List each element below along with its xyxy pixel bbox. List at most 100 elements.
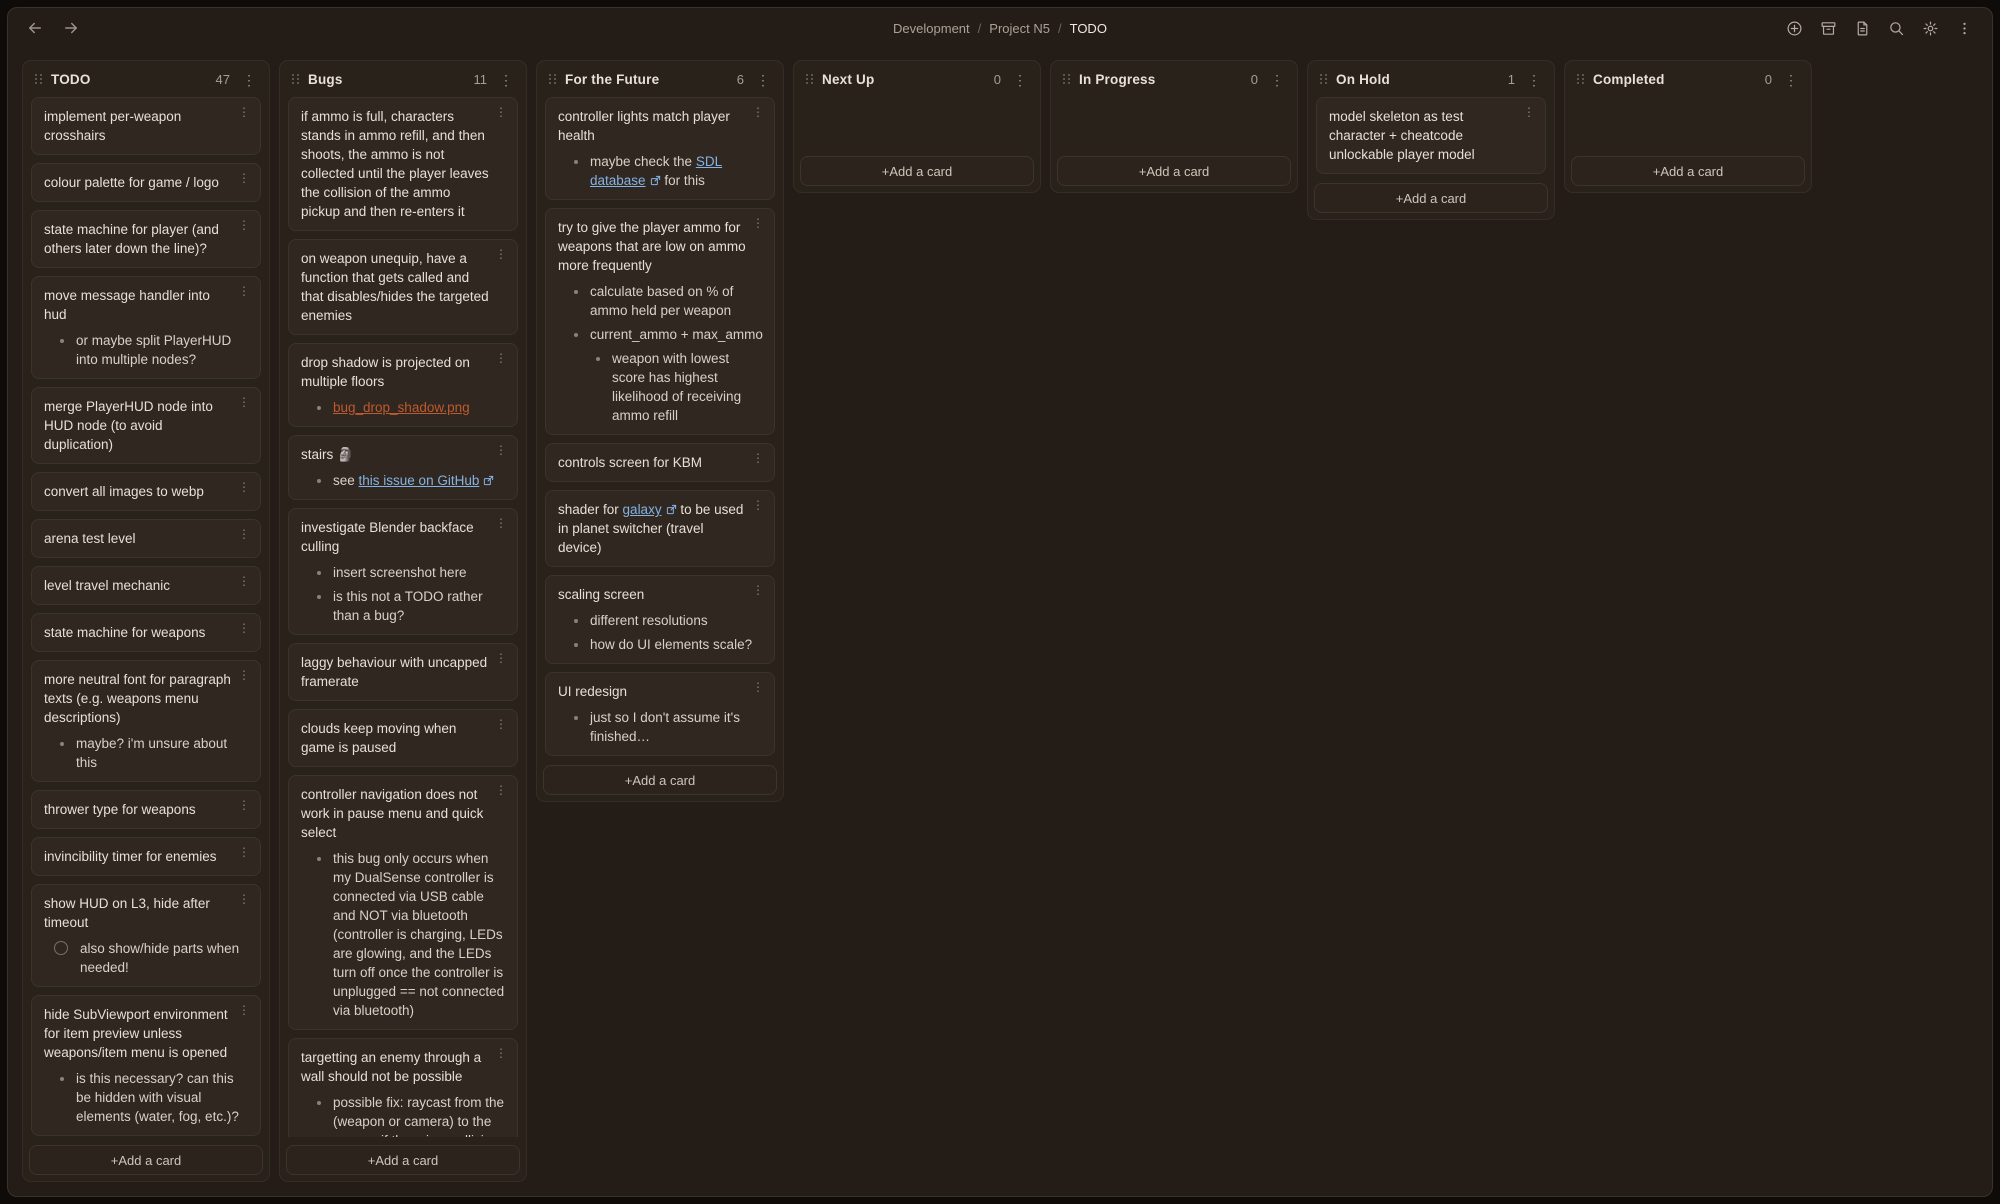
card-menu-icon[interactable]: ⋮: [495, 106, 507, 118]
card-menu-icon[interactable]: ⋮: [238, 219, 250, 231]
card[interactable]: clouds keep moving when game is paused⋮: [288, 709, 518, 767]
card-menu-icon[interactable]: ⋮: [495, 444, 507, 456]
card[interactable]: show HUD on L3, hide after timeout⋮also …: [31, 884, 261, 987]
drag-handle-icon[interactable]: [1320, 74, 1327, 85]
card-menu-icon[interactable]: ⋮: [1523, 106, 1535, 118]
more-icon[interactable]: [1952, 16, 1976, 40]
drag-handle-icon[interactable]: [549, 74, 556, 85]
card-menu-icon[interactable]: ⋮: [495, 784, 507, 796]
drag-handle-icon[interactable]: [1063, 74, 1070, 85]
card-menu-icon[interactable]: ⋮: [238, 1004, 250, 1016]
card-menu-icon[interactable]: ⋮: [238, 481, 250, 493]
card[interactable]: more neutral font for paragraph texts (e…: [31, 660, 261, 782]
card[interactable]: investigate Blender backface culling⋮ins…: [288, 508, 518, 635]
breadcrumb-development[interactable]: Development: [893, 21, 970, 36]
card[interactable]: controller navigation does not work in p…: [288, 775, 518, 1030]
card-menu-icon[interactable]: ⋮: [238, 396, 250, 408]
card-menu-icon[interactable]: ⋮: [238, 172, 250, 184]
add-card-button[interactable]: +Add a card: [1057, 156, 1291, 186]
card[interactable]: try to give the player ammo for weapons …: [545, 208, 775, 435]
card-menu-icon[interactable]: ⋮: [238, 799, 250, 811]
drag-handle-icon[interactable]: [292, 74, 299, 85]
card-menu-icon[interactable]: ⋮: [238, 669, 250, 681]
document-icon[interactable]: [1850, 16, 1874, 40]
card-menu-icon[interactable]: ⋮: [752, 452, 764, 464]
card-menu-icon[interactable]: ⋮: [495, 718, 507, 730]
breadcrumb-project-n5[interactable]: Project N5: [989, 21, 1050, 36]
card[interactable]: targetting an enemy through a wall shoul…: [288, 1038, 518, 1137]
search-icon[interactable]: [1884, 16, 1908, 40]
drag-handle-icon[interactable]: [806, 74, 813, 85]
drag-handle-icon[interactable]: [1577, 74, 1584, 85]
card[interactable]: state machine for player (and others lat…: [31, 210, 261, 268]
card-menu-icon[interactable]: ⋮: [495, 1047, 507, 1059]
card-link[interactable]: galaxy: [623, 502, 677, 517]
card[interactable]: drop shadow is projected on multiple flo…: [288, 343, 518, 427]
card-link[interactable]: bug_drop_shadow.png: [333, 400, 470, 415]
card-menu-icon[interactable]: ⋮: [238, 528, 250, 540]
drag-handle-icon[interactable]: [35, 74, 42, 85]
card-title: investigate Blender backface culling: [301, 518, 507, 556]
card[interactable]: convert all images to webp⋮: [31, 472, 261, 511]
card-menu-icon[interactable]: ⋮: [752, 681, 764, 693]
archive-icon[interactable]: [1816, 16, 1840, 40]
card[interactable]: state machine for weapons⋮: [31, 613, 261, 652]
card-menu-icon[interactable]: ⋮: [238, 285, 250, 297]
column-menu-icon[interactable]: ⋮: [753, 73, 773, 87]
card[interactable]: colour palette for game / logo⋮: [31, 163, 261, 202]
card-menu-icon[interactable]: ⋮: [752, 499, 764, 511]
add-card-button[interactable]: +Add a card: [286, 1145, 520, 1175]
card-menu-icon[interactable]: ⋮: [752, 584, 764, 596]
card-menu-icon[interactable]: ⋮: [752, 217, 764, 229]
card[interactable]: on weapon unequip, have a function that …: [288, 239, 518, 335]
card[interactable]: implement per-weapon crosshairs⋮: [31, 97, 261, 155]
settings-icon[interactable]: [1918, 16, 1942, 40]
card-title: level travel mechanic: [44, 576, 250, 595]
card[interactable]: scaling screen⋮different resolutionshow …: [545, 575, 775, 664]
card[interactable]: stairs 🗿⋮see this issue on GitHub: [288, 435, 518, 500]
column-menu-icon[interactable]: ⋮: [1524, 73, 1544, 87]
forward-button[interactable]: [60, 17, 82, 39]
card[interactable]: hide SubViewport environment for item pr…: [31, 995, 261, 1136]
card[interactable]: invincibility timer for enemies⋮: [31, 837, 261, 876]
text-segment: controls screen for KBM: [558, 455, 702, 470]
card[interactable]: laggy behaviour with uncapped framerate⋮: [288, 643, 518, 701]
column-menu-icon[interactable]: ⋮: [1010, 73, 1030, 87]
card-menu-icon[interactable]: ⋮: [495, 517, 507, 529]
card-menu-icon[interactable]: ⋮: [495, 248, 507, 260]
card-link[interactable]: this issue on GitHub: [359, 473, 495, 488]
card[interactable]: controller lights match player health⋮ma…: [545, 97, 775, 200]
card[interactable]: if ammo is full, characters stands in am…: [288, 97, 518, 231]
card[interactable]: model skeleton as test character + cheat…: [1316, 97, 1546, 174]
text-segment: scaling screen: [558, 587, 644, 602]
add-card-button[interactable]: +Add a card: [1571, 156, 1805, 186]
card-menu-icon[interactable]: ⋮: [238, 893, 250, 905]
card-menu-icon[interactable]: ⋮: [495, 652, 507, 664]
add-card-button[interactable]: +Add a card: [543, 765, 777, 795]
card[interactable]: controls screen for KBM ⋮: [545, 443, 775, 482]
card[interactable]: move message handler into hud⋮or maybe s…: [31, 276, 261, 379]
text-segment: thrower type for weapons: [44, 802, 196, 817]
card-menu-icon[interactable]: ⋮: [238, 846, 250, 858]
card-menu-icon[interactable]: ⋮: [238, 106, 250, 118]
column-menu-icon[interactable]: ⋮: [239, 73, 259, 87]
card[interactable]: shader for galaxy to be used in planet s…: [545, 490, 775, 567]
card-menu-icon[interactable]: ⋮: [495, 352, 507, 364]
card-menu-icon[interactable]: ⋮: [238, 622, 250, 634]
card[interactable]: thrower type for weapons ⋮: [31, 790, 261, 829]
add-card-button[interactable]: +Add a card: [800, 156, 1034, 186]
card[interactable]: merge PlayerHUD node into HUD node (to a…: [31, 387, 261, 464]
back-button[interactable]: [24, 17, 46, 39]
card[interactable]: arena test level⋮: [31, 519, 261, 558]
add-card-button[interactable]: +Add a card: [1314, 183, 1548, 213]
add-card-button[interactable]: +Add a card: [29, 1145, 263, 1175]
card[interactable]: UI redesign⋮just so I don't assume it's …: [545, 672, 775, 756]
card-menu-icon[interactable]: ⋮: [752, 106, 764, 118]
card[interactable]: level travel mechanic⋮: [31, 566, 261, 605]
column-menu-icon[interactable]: ⋮: [496, 73, 516, 87]
column-menu-icon[interactable]: ⋮: [1267, 73, 1287, 87]
column-menu-icon[interactable]: ⋮: [1781, 73, 1801, 87]
card-menu-icon[interactable]: ⋮: [238, 575, 250, 587]
new-card-icon[interactable]: [1782, 16, 1806, 40]
checkbox-circle[interactable]: [54, 941, 68, 955]
